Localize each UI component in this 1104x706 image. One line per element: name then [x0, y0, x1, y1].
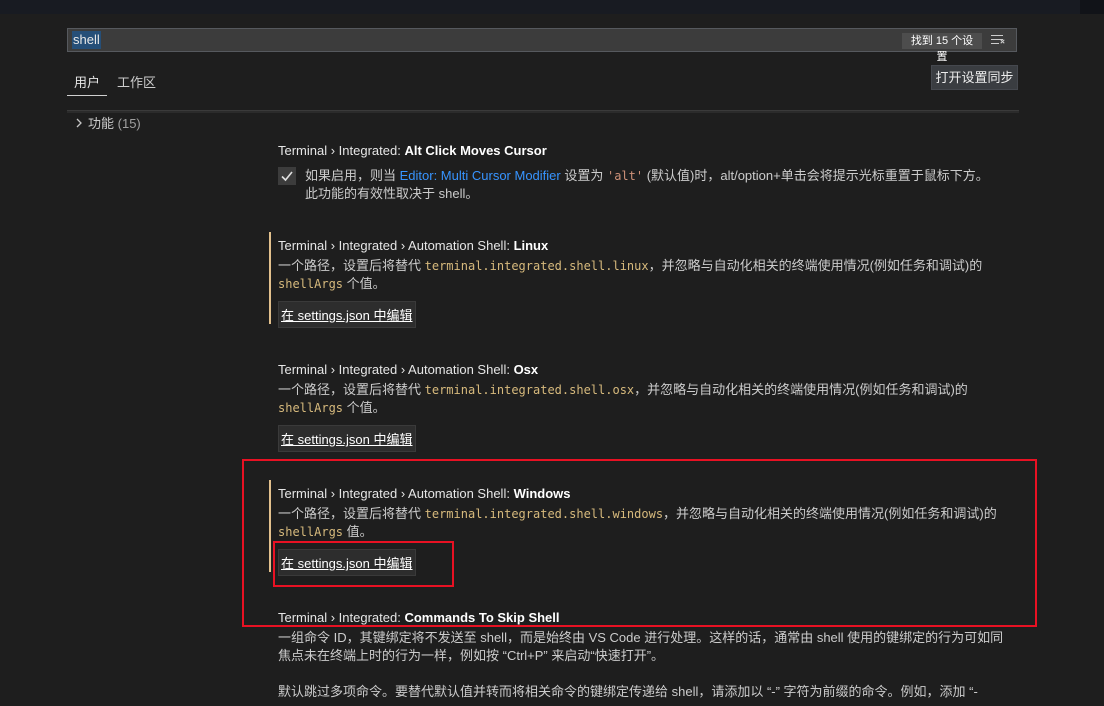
editor-multi-cursor-modifier-link[interactable]: Editor: Multi Cursor Modifier: [400, 168, 561, 183]
desc-text: 焦点未在终端上时的行为一样，例如按 “Ctrl+P” 来启动“快速打开”。: [278, 648, 665, 663]
setting-title-category: Terminal › Integrated:: [278, 143, 405, 158]
setting-description: 一组命令 ID，其键绑定将不发送至 shell，而是始终由 VS Code 进行…: [278, 629, 1018, 665]
desc-text: 个值。: [343, 276, 386, 291]
edit-in-settings-json-link[interactable]: 在 settings.json 中编辑: [278, 301, 416, 328]
setting-description: 如果启用，则当 Editor: Multi Cursor Modifier 设置…: [305, 167, 1015, 203]
tree-item-features[interactable]: 功能 (15): [74, 115, 141, 133]
edit-in-settings-json-link[interactable]: 在 settings.json 中编辑: [278, 425, 416, 452]
search-input[interactable]: shell: [72, 31, 101, 49]
setting-title-name: Alt Click Moves Cursor: [404, 143, 547, 158]
setting-description: 一个路径，设置后将替代 terminal.integrated.shell.os…: [278, 381, 1018, 417]
result-count-badge: 找到 15 个设置: [902, 33, 982, 63]
header-divider: [67, 110, 1019, 113]
setting-title: Terminal › Integrated › Automation Shell…: [278, 362, 1018, 378]
check-icon: [281, 171, 293, 182]
setting-automation-shell-linux: Terminal › Integrated › Automation Shell…: [269, 232, 1018, 328]
desc-code: shellArgs: [278, 401, 344, 415]
setting-alt-click-moves-cursor: Terminal › Integrated: Alt Click Moves C…: [278, 143, 1018, 203]
desc-code: terminal.integrated.shell.osx: [424, 383, 635, 397]
chevron-right-icon: [74, 115, 88, 133]
desc-code: shellArgs: [278, 277, 344, 291]
desc-text: ，并忽略与自动化相关的终端使用情况(例如任务和调试)的: [634, 382, 968, 397]
desc-text: 个值。: [343, 400, 386, 415]
setting-title-category: Terminal › Integrated › Automation Shell…: [278, 362, 514, 377]
desc-code: 'alt': [606, 169, 644, 183]
filter-list-icon[interactable]: [989, 31, 1007, 49]
desc-text: 此功能的有效性取决于 shell。: [305, 186, 479, 201]
desc-code: terminal.integrated.shell.linux: [424, 259, 649, 273]
tab-user[interactable]: 用户: [74, 72, 100, 91]
annotation-highlight-box: [273, 541, 454, 587]
desc-text: 一个路径，设置后将替代: [278, 258, 425, 273]
title-bar-strip: [0, 0, 1104, 14]
tree-item-count: (15): [117, 116, 141, 131]
setting-description-extra: 默认跳过多项命令。要替代默认值并转而将相关命令的键绑定传递给 shell，请添加…: [278, 684, 978, 699]
title-bar-corner: [1080, 0, 1104, 14]
tree-item-label: 功能: [88, 116, 115, 131]
desc-text: ，并忽略与自动化相关的终端使用情况(例如任务和调试)的: [648, 258, 983, 273]
tab-workspace[interactable]: 工作区: [117, 72, 156, 91]
setting-title: Terminal › Integrated: Alt Click Moves C…: [278, 143, 1018, 159]
desc-text: 一组命令 ID，其键绑定将不发送至 shell，而是始终由 VS Code 进行…: [278, 630, 1004, 645]
desc-text: (默认值)时，alt/option+单击会将提示光标重置于鼠标下方。: [643, 168, 989, 183]
setting-automation-shell-osx: Terminal › Integrated › Automation Shell…: [278, 362, 1018, 452]
modified-indicator: [269, 232, 271, 324]
active-tab-indicator: [67, 95, 107, 96]
setting-title-category: Terminal › Integrated › Automation Shell…: [278, 238, 514, 253]
desc-text: 一个路径，设置后将替代: [278, 382, 425, 397]
setting-title-name: Linux: [513, 238, 549, 253]
setting-title-name: Osx: [513, 362, 539, 377]
setting-description: 一个路径，设置后将替代 terminal.integrated.shell.li…: [278, 257, 1018, 293]
setting-title: Terminal › Integrated › Automation Shell…: [278, 238, 1018, 254]
desc-text: 如果启用，则当: [305, 168, 400, 183]
settings-search-box[interactable]: shell 找到 15 个设置: [67, 28, 1017, 63]
turn-on-settings-sync-button[interactable]: 打开设置同步: [931, 65, 1018, 90]
desc-text: 设置为: [560, 168, 607, 183]
setting-checkbox[interactable]: [278, 167, 296, 185]
